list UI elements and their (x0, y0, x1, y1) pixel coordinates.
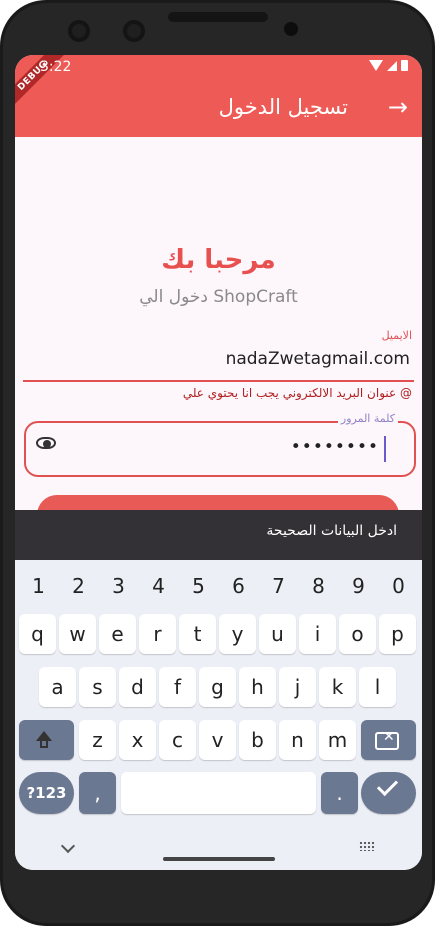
period-key[interactable]: . (321, 772, 358, 814)
hide-keyboard-chevron-icon[interactable] (60, 838, 76, 854)
key-v[interactable]: v (199, 720, 236, 760)
key-y[interactable]: y (219, 614, 256, 654)
page-title: تسجيل الدخول (218, 95, 348, 119)
key-7[interactable]: 7 (260, 568, 297, 604)
snackbar-message: ادخل البيانات الصحيحة (266, 523, 397, 539)
key-0[interactable]: 0 (380, 568, 417, 604)
key-2[interactable]: 2 (60, 568, 97, 604)
status-icons (369, 60, 408, 71)
key-t[interactable]: t (179, 614, 216, 654)
text-cursor (384, 436, 386, 462)
password-value: •••••••• (290, 437, 379, 457)
key-w[interactable]: w (59, 614, 96, 654)
key-8[interactable]: 8 (300, 568, 337, 604)
email-label: الايميل (381, 329, 412, 342)
key-q[interactable]: q (19, 614, 56, 654)
key-e[interactable]: e (99, 614, 136, 654)
key-i[interactable]: i (299, 614, 336, 654)
shift-key[interactable] (19, 720, 74, 760)
key-j[interactable]: j (279, 667, 316, 707)
shift-stem-icon (40, 741, 48, 748)
key-9[interactable]: 9 (340, 568, 377, 604)
key-n[interactable]: n (279, 720, 316, 760)
back-arrow-icon[interactable]: → (388, 93, 408, 121)
key-3[interactable]: 3 (100, 568, 137, 604)
key-6[interactable]: 6 (220, 568, 257, 604)
key-d[interactable]: d (119, 667, 156, 707)
backspace-x-icon: ✕ (383, 729, 395, 745)
key-5[interactable]: 5 (180, 568, 217, 604)
sensor-left (68, 20, 90, 42)
key-h[interactable]: h (239, 667, 276, 707)
check-icon (376, 774, 399, 797)
key-c[interactable]: c (159, 720, 196, 760)
key-u[interactable]: u (259, 614, 296, 654)
password-label: كلمة المرور (337, 412, 398, 425)
key-4[interactable]: 4 (140, 568, 177, 604)
eye-pupil (43, 440, 51, 448)
space-key[interactable] (121, 772, 316, 814)
app-screen: DEBUG تسجيل الدخول → 3:22 مرحبا بك دخول … (15, 55, 422, 870)
email-underline (23, 380, 414, 382)
key-o[interactable]: o (339, 614, 376, 654)
comma-key[interactable]: , (79, 772, 116, 814)
key-1[interactable]: 1 (20, 568, 57, 604)
key-f[interactable]: f (159, 667, 196, 707)
device-frame: DEBUG تسجيل الدخول → 3:22 مرحبا بك دخول … (0, 0, 435, 926)
key-a[interactable]: a (39, 667, 76, 707)
key-x[interactable]: x (119, 720, 156, 760)
front-camera (284, 22, 298, 36)
soft-keyboard: 1 2 3 4 5 6 7 8 9 0 q w e r t y u i o p … (15, 560, 422, 870)
key-l[interactable]: l (359, 667, 396, 707)
key-z[interactable]: z (79, 720, 116, 760)
welcome-subtitle: دخول الي ShopCraft (139, 287, 298, 307)
snackbar: ادخل البيانات الصحيحة (15, 510, 422, 560)
status-time: 3:22 (40, 59, 72, 75)
signal-icon (387, 60, 397, 71)
key-k[interactable]: k (319, 667, 356, 707)
keyboard-switch-icon[interactable] (359, 841, 375, 851)
key-p[interactable]: p (379, 614, 416, 654)
status-bar: 3:22 (15, 55, 422, 81)
key-s[interactable]: s (79, 667, 116, 707)
backspace-key[interactable]: ✕ (361, 720, 416, 760)
sensor-mid (123, 20, 145, 42)
shift-arrow-icon (36, 731, 52, 741)
key-m[interactable]: m (319, 720, 356, 760)
earpiece-speaker (168, 12, 268, 22)
email-error-text: عنوان البريد الالكتروني يجب انا يحتوي عل… (182, 386, 412, 400)
welcome-title: مرحبا بك (161, 245, 276, 275)
symbols-key[interactable]: ?123 (19, 772, 74, 814)
enter-key[interactable] (361, 772, 416, 814)
battery-icon (401, 60, 408, 71)
key-g[interactable]: g (199, 667, 236, 707)
email-field[interactable]: nadaZwetagmail.com (226, 349, 410, 369)
key-b[interactable]: b (239, 720, 276, 760)
wifi-icon (369, 60, 383, 71)
key-r[interactable]: r (139, 614, 176, 654)
home-gesture-bar[interactable] (163, 857, 275, 861)
